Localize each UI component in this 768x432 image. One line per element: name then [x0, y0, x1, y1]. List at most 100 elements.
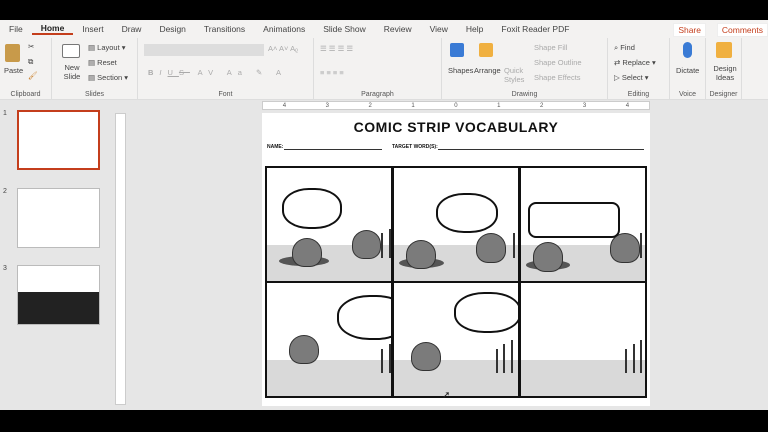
slide-thumbnail-3[interactable]: [17, 265, 100, 325]
comic-panel[interactable]: [393, 168, 519, 281]
ruler-tick: 4: [282, 103, 287, 109]
arrange-icon: [479, 43, 493, 57]
ruler-tick: 3: [325, 103, 329, 109]
mouse-cursor: ➚: [442, 390, 451, 401]
select-label: Select: [621, 73, 643, 82]
cattail-reed: [632, 344, 635, 374]
replace-label: Replace: [622, 58, 650, 67]
italic-button[interactable]: I: [159, 68, 167, 77]
tab-design[interactable]: Design: [150, 24, 194, 34]
shapes-button[interactable]: Shapes: [448, 66, 473, 75]
name-label: NAME:: [267, 144, 284, 150]
slide-number: 2: [3, 188, 7, 195]
comic-panel[interactable]: [520, 168, 645, 281]
dictate-button[interactable]: Dictate: [676, 66, 699, 75]
voice-label: Voice: [678, 91, 697, 98]
ground: [267, 359, 392, 396]
new-slide-button[interactable]: New Slide: [58, 63, 86, 81]
comic-panel[interactable]: [267, 283, 392, 396]
list-buttons[interactable]: ☰ ☰ ☰ ☰: [320, 44, 353, 53]
new-slide-icon: [62, 44, 80, 58]
tab-foxit-reader-pdf[interactable]: Foxit Reader PDF: [492, 24, 578, 34]
font-label: Font: [218, 91, 233, 98]
comic-panel[interactable]: [393, 283, 519, 396]
tab-help[interactable]: Help: [457, 24, 492, 34]
slide-thumbnail-2[interactable]: [17, 188, 100, 248]
tab-review[interactable]: Review: [375, 24, 421, 34]
editing-group: ⌕ Find ⇄ Replace ▾ ▷ Select ▾ Editing: [608, 38, 670, 100]
frog-image: [406, 240, 437, 270]
font-size-buttons[interactable]: A˄ A˅ Aᵨ: [268, 44, 298, 53]
tab-draw[interactable]: Draw: [113, 24, 151, 34]
design-ideas-button[interactable]: Design Ideas: [710, 64, 740, 82]
shape-effects-button[interactable]: Shape Effects: [534, 73, 581, 82]
comic-panel[interactable]: [520, 283, 645, 396]
target-words-line: [438, 149, 644, 150]
underline-button[interactable]: U: [168, 68, 179, 77]
reset-label: Reset: [97, 58, 117, 67]
replace-button[interactable]: ⇄ Replace ▾: [614, 58, 656, 67]
comic-panel[interactable]: [267, 168, 392, 281]
cattail-reed: [625, 348, 628, 374]
slide-number: 1: [3, 110, 7, 117]
ruler-tick: 2: [368, 103, 372, 109]
section-button[interactable]: ▤ Section ▾: [88, 73, 128, 82]
font-format-buttons[interactable]: BIUS AV Aa ✎ A: [148, 68, 287, 77]
slide-canvas[interactable]: COMIC STRIP VOCABULARY NAME: TARGET WORD…: [262, 113, 650, 406]
layout-button[interactable]: ▤ Layout ▾: [88, 43, 126, 52]
slides-label: Slides: [84, 91, 105, 98]
cattail-reed: [640, 339, 643, 374]
slide-title[interactable]: COMIC STRIP VOCABULARY: [262, 119, 650, 135]
thought-bubble: [453, 292, 519, 333]
frog-image: [475, 233, 506, 263]
ruler-tick: 2: [540, 103, 544, 109]
tab-animations[interactable]: Animations: [254, 24, 314, 34]
tab-home[interactable]: Home: [31, 23, 74, 35]
cattail-reed: [503, 344, 506, 374]
tab-insert[interactable]: Insert: [73, 24, 112, 34]
tab-view[interactable]: View: [421, 24, 457, 34]
shape-fill-button[interactable]: Shape Fill: [534, 43, 567, 52]
share-button[interactable]: Share: [673, 23, 706, 37]
slide-thumbnail-1[interactable]: [17, 110, 100, 170]
ribbon-tabs: File Home Insert Draw Design Transitions Anima…: [0, 20, 768, 38]
ribbon: Paste ✂ ⧉ 🖌 Clipboard New Slide ▤ Layout…: [0, 38, 768, 100]
layout-label: Layout: [97, 43, 120, 52]
reset-button[interactable]: ▤ Reset: [88, 58, 117, 67]
voice-group: Dictate Voice: [670, 38, 706, 100]
microphone-icon: [683, 42, 692, 58]
design-ideas-icon: [716, 42, 732, 58]
align-buttons[interactable]: ≡ ≡ ≡ ≡: [320, 68, 344, 77]
slide-thumbnails-pane: 1 2 3: [0, 100, 115, 410]
cut-icon[interactable]: ✂: [28, 42, 34, 51]
strikethrough-button[interactable]: S: [179, 68, 190, 77]
arrange-button[interactable]: Arrange: [474, 66, 501, 75]
comments-button[interactable]: Comments: [716, 23, 768, 37]
designer-label: Designer: [709, 91, 738, 98]
find-label: Find: [620, 43, 635, 52]
ruler-tick: 1: [411, 103, 415, 109]
cattail-reed: [640, 233, 643, 259]
copy-icon[interactable]: ⧉: [28, 57, 33, 67]
thought-bubble: [436, 192, 499, 234]
select-button[interactable]: ▷ Select ▾: [614, 73, 649, 82]
cattail-reed: [513, 233, 516, 259]
format-painter-icon[interactable]: 🖌: [28, 71, 38, 80]
find-button[interactable]: ⌕ Find: [614, 43, 635, 53]
ruler-tick: 0: [454, 103, 458, 109]
font-name-dropdown[interactable]: [144, 44, 264, 56]
paste-button[interactable]: Paste: [4, 66, 23, 75]
bold-button[interactable]: B: [148, 68, 159, 77]
shapes-icon: [450, 43, 464, 57]
quick-styles-button[interactable]: Quick Styles: [504, 66, 530, 84]
horizontal-ruler: 4 3 2 1 0 1 2 3 4: [262, 101, 650, 110]
shape-outline-button[interactable]: Shape Outline: [534, 58, 582, 67]
frog-image: [411, 341, 442, 372]
tab-transitions[interactable]: Transitions: [195, 24, 254, 34]
tab-slide-show[interactable]: Slide Show: [314, 24, 375, 34]
clipboard-label: Clipboard: [10, 91, 41, 98]
target-words-label: TARGET WORD(S):: [392, 144, 438, 150]
tab-file[interactable]: File: [0, 24, 32, 34]
paragraph-group: ☰ ☰ ☰ ☰ ≡ ≡ ≡ ≡ Paragraph: [314, 38, 442, 100]
clipboard-group: Paste ✂ ⧉ 🖌 Clipboard: [0, 38, 52, 100]
